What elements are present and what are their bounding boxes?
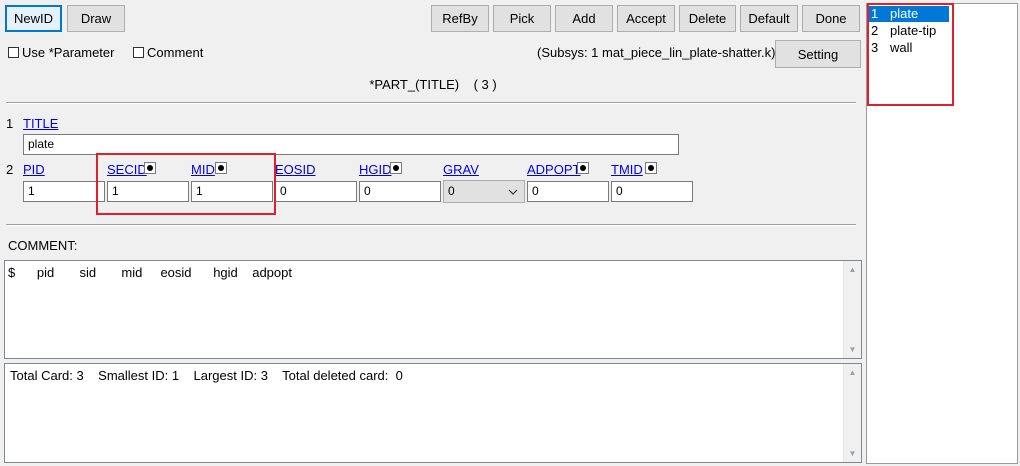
comment-textarea[interactable]: $ pid sid mid eosid hgid adpopt ▲ ▼ [4,260,862,359]
eosid-link[interactable]: EOSID [275,162,315,177]
comment-checkbox[interactable]: Comment [133,45,203,60]
list-item[interactable]: 2 plate-tip [869,23,949,39]
pid-link[interactable]: PID [23,162,45,177]
list-item-name: plate [890,6,919,21]
setting-button[interactable]: Setting [775,40,861,68]
subsys-label: (Subsys: 1 mat_piece_lin_plate-shatter.k… [537,45,776,60]
tmid-input[interactable]: 0 [611,181,693,202]
grav-select-value: 0 [448,184,455,198]
delete-button[interactable]: Delete [679,5,736,32]
list-item-name: plate-tip [890,23,937,38]
default-button[interactable]: Default [740,5,798,32]
status-scrollbar[interactable]: ▲ ▼ [843,364,861,462]
comment-label: COMMENT: [8,238,78,253]
adpopt-input[interactable]: 0 [527,181,609,202]
adpopt-pick-icon[interactable] [577,162,589,174]
pid-input[interactable]: 1 [23,181,105,202]
adpopt-link[interactable]: ADPOPT [527,162,580,177]
newid-button[interactable]: NewID [5,5,62,32]
draw-button[interactable]: Draw [67,5,125,32]
separator-top [6,102,856,104]
comment-checkbox-label: Comment [147,45,204,60]
add-button[interactable]: Add [555,5,613,32]
pick-button[interactable]: Pick [493,5,551,32]
done-button[interactable]: Done [802,5,860,32]
part-list[interactable]: 1 plate 2 plate-tip 3 wall [866,3,1018,464]
list-item[interactable]: 3 wall [869,40,949,56]
row1-number: 1 [6,116,14,131]
grav-select[interactable]: 0 [443,180,525,203]
separator-bottom [6,224,856,226]
card-title: *PART_(TITLE) ( 3 ) [369,77,497,92]
comment-scrollbar[interactable]: ▲ ▼ [843,261,861,358]
list-item-number: 3 [871,40,879,55]
comment-box[interactable] [133,47,144,58]
tmid-link[interactable]: TMID [611,162,643,177]
mid-link[interactable]: MID [191,162,215,177]
title-link[interactable]: TITLE [23,116,58,131]
hgid-link[interactable]: HGID [359,162,392,177]
use-parameter-checkbox[interactable]: Use *Parameter [8,45,114,60]
eosid-input[interactable]: 0 [275,181,357,202]
row2-number: 2 [6,162,14,177]
accept-button[interactable]: Accept [617,5,675,32]
secid-link[interactable]: SECID [107,162,147,177]
list-item-name: wall [890,40,913,55]
list-item[interactable]: 1 plate [869,6,949,22]
scroll-down-icon[interactable]: ▼ [844,445,861,462]
comment-text: $ pid sid mid eosid hgid adpopt [8,265,292,280]
secid-input[interactable]: 1 [107,181,189,202]
hgid-pick-icon[interactable] [390,162,402,174]
title-input[interactable]: plate [23,134,679,155]
chevron-down-icon [508,189,518,195]
mid-pick-icon[interactable] [215,162,227,174]
hgid-input[interactable]: 0 [359,181,441,202]
list-item-number: 1 [871,6,879,21]
use-parameter-box[interactable] [8,47,19,58]
refby-button[interactable]: RefBy [431,5,489,32]
scroll-up-icon[interactable]: ▲ [844,261,861,278]
use-parameter-label: Use *Parameter [22,45,115,60]
list-item-number: 2 [871,23,879,38]
status-text: Total Card: 3 Smallest ID: 1 Largest ID:… [10,368,403,383]
secid-pick-icon[interactable] [144,162,156,174]
mid-input[interactable]: 1 [191,181,273,202]
tmid-pick-icon[interactable] [645,162,657,174]
status-textarea[interactable]: Total Card: 3 Smallest ID: 1 Largest ID:… [4,363,862,463]
scroll-up-icon[interactable]: ▲ [844,364,861,381]
grav-link[interactable]: GRAV [443,162,479,177]
scroll-down-icon[interactable]: ▼ [844,341,861,358]
